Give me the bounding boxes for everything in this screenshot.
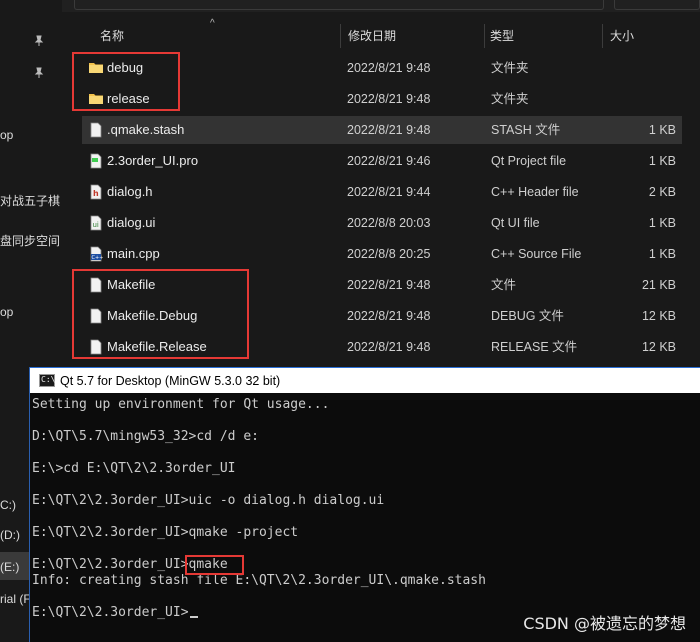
- file-row[interactable]: 2.3order_UI.pro 2022/8/21 9:46 Qt Projec…: [82, 147, 682, 175]
- file-name: .qmake.stash: [107, 122, 185, 137]
- search-box[interactable]: [614, 0, 700, 10]
- file-date: 2022/8/21 9:48: [347, 278, 431, 292]
- file-icon: [88, 277, 104, 293]
- watermark: CSDN @被遗忘的梦想: [523, 614, 686, 633]
- nav-item-desktop-2[interactable]: op: [0, 305, 13, 319]
- file-size: 12 KB: [641, 309, 676, 323]
- file-date: 2022/8/21 9:48: [347, 123, 431, 137]
- terminal-line: Setting up environment for Qt usage...: [32, 397, 330, 412]
- file-type: Qt UI file: [491, 216, 540, 230]
- column-name[interactable]: 名称: [92, 22, 342, 50]
- file-type: DEBUG 文件: [491, 309, 564, 323]
- file-size: 21 KB: [641, 278, 676, 292]
- file-row[interactable]: Makefile 2022/8/21 9:48 文件 21 KB: [82, 271, 682, 299]
- address-bar-area: [62, 0, 700, 12]
- file-date: 2022/8/21 9:46: [347, 154, 431, 168]
- file-name: release: [107, 91, 150, 106]
- file-row[interactable]: release 2022/8/21 9:48 文件夹: [82, 85, 682, 113]
- terminal-cursor: [189, 616, 198, 618]
- file-type: STASH 文件: [491, 123, 561, 137]
- nav-item-drive-e[interactable]: (E:): [0, 560, 19, 574]
- file-size: 1 KB: [648, 247, 676, 261]
- file-icon: [88, 308, 104, 324]
- terminal-prompt: E:\QT\2\2.3order_UI>: [32, 605, 189, 620]
- column-type[interactable]: 类型: [482, 22, 600, 50]
- nav-item-gomoku[interactable]: 对战五子棋: [0, 192, 60, 209]
- terminal-line: D:\QT\5.7\mingw53_32>cd /d e:: [32, 429, 259, 444]
- cpp-file-icon: C++: [88, 246, 104, 262]
- file-type: C++ Header file: [491, 185, 579, 199]
- file-type: C++ Source File: [491, 247, 582, 261]
- qt-ui-file-icon: ui: [88, 215, 104, 231]
- nav-item-drive-c[interactable]: C:): [0, 498, 16, 512]
- file-size: 1 KB: [648, 123, 676, 137]
- terminal-title: Qt 5.7 for Desktop (MinGW 5.3.0 32 bit): [60, 374, 281, 388]
- file-icon: [88, 339, 104, 355]
- file-type: 文件夹: [491, 92, 529, 106]
- file-name: dialog.ui: [107, 215, 156, 230]
- terminal-window[interactable]: C:\ Qt 5.7 for Desktop (MinGW 5.3.0 32 b…: [29, 367, 700, 642]
- terminal-line: E:\QT\2\2.3order_UI>uic -o dialog.h dial…: [32, 493, 385, 508]
- file-row[interactable]: h dialog.h 2022/8/21 9:44 C++ Header fil…: [82, 178, 682, 206]
- column-size[interactable]: 大小: [602, 22, 682, 50]
- terminal-line: Info: creating stash file E:\QT\2\2.3ord…: [32, 573, 486, 588]
- file-date: 2022/8/21 9:48: [347, 340, 431, 354]
- file-date: 2022/8/21 9:48: [347, 309, 431, 323]
- file-type: RELEASE 文件: [491, 340, 578, 354]
- terminal-title-bar[interactable]: C:\ Qt 5.7 for Desktop (MinGW 5.3.0 32 b…: [30, 367, 700, 393]
- column-header: ^ 名称 修改日期 类型 大小: [62, 18, 700, 50]
- file-name: dialog.h: [107, 184, 153, 199]
- file-name: 2.3order_UI.pro: [107, 153, 199, 168]
- file-name: main.cpp: [107, 246, 160, 261]
- svg-text:ui: ui: [93, 221, 99, 229]
- file-type: 文件: [491, 278, 517, 292]
- pin-icon[interactable]: [33, 34, 45, 46]
- file-name: debug: [107, 60, 144, 75]
- file-size: 2 KB: [648, 185, 676, 199]
- column-date[interactable]: 修改日期: [340, 22, 484, 50]
- svg-text:h: h: [93, 189, 99, 198]
- file-date: 2022/8/21 9:48: [347, 61, 431, 75]
- file-date: 2022/8/8 20:25: [347, 247, 431, 261]
- nav-item-sync-space[interactable]: 盘同步空间: [0, 232, 60, 249]
- file-row[interactable]: C++ main.cpp 2022/8/8 20:25 C++ Source F…: [82, 240, 682, 268]
- file-name: Makefile: [107, 277, 156, 292]
- terminal-output[interactable]: Setting up environment for Qt usage... D…: [32, 393, 700, 642]
- address-bar[interactable]: [74, 0, 604, 10]
- file-row-selected[interactable]: .qmake.stash 2022/8/21 9:48 STASH 文件 1 K…: [82, 116, 682, 144]
- pin-icon[interactable]: [33, 66, 45, 78]
- nav-item-drive-d[interactable]: (D:): [0, 528, 20, 542]
- terminal-line: E:\QT\2\2.3order_UI>qmake: [32, 557, 228, 572]
- folder-icon: [88, 91, 104, 107]
- terminal-prompt-line[interactable]: E:\QT\2\2.3order_UI>: [32, 605, 198, 621]
- file-date: 2022/8/21 9:44: [347, 185, 431, 199]
- console-icon: C:\: [39, 374, 55, 387]
- svg-text:C++: C++: [92, 255, 104, 261]
- terminal-line: E:\>cd E:\QT\2\2.3order_UI: [32, 461, 236, 476]
- file-icon: [88, 122, 104, 138]
- terminal-line: E:\QT\2\2.3order_UI>qmake -project: [32, 525, 299, 540]
- file-type: 文件夹: [491, 61, 529, 75]
- nav-item-desktop[interactable]: op: [0, 128, 13, 142]
- folder-icon: [88, 60, 104, 76]
- header-file-icon: h: [88, 184, 104, 200]
- file-size: 1 KB: [648, 216, 676, 230]
- qt-pro-file-icon: [88, 153, 104, 169]
- file-name: Makefile.Release: [107, 339, 207, 354]
- file-name: Makefile.Debug: [107, 308, 198, 323]
- file-date: 2022/8/21 9:48: [347, 92, 431, 106]
- file-type: Qt Project file: [491, 154, 567, 168]
- file-size: 12 KB: [641, 340, 676, 354]
- file-row[interactable]: Makefile.Debug 2022/8/21 9:48 DEBUG 文件 1…: [82, 302, 682, 330]
- file-row[interactable]: Makefile.Release 2022/8/21 9:48 RELEASE …: [82, 333, 682, 361]
- file-row[interactable]: ui dialog.ui 2022/8/8 20:03 Qt UI file 1…: [82, 209, 682, 237]
- file-row[interactable]: debug 2022/8/21 9:48 文件夹: [82, 54, 682, 82]
- nav-item-drive-f[interactable]: rial (F: [0, 592, 31, 606]
- file-date: 2022/8/8 20:03: [347, 216, 431, 230]
- file-size: 1 KB: [648, 154, 676, 168]
